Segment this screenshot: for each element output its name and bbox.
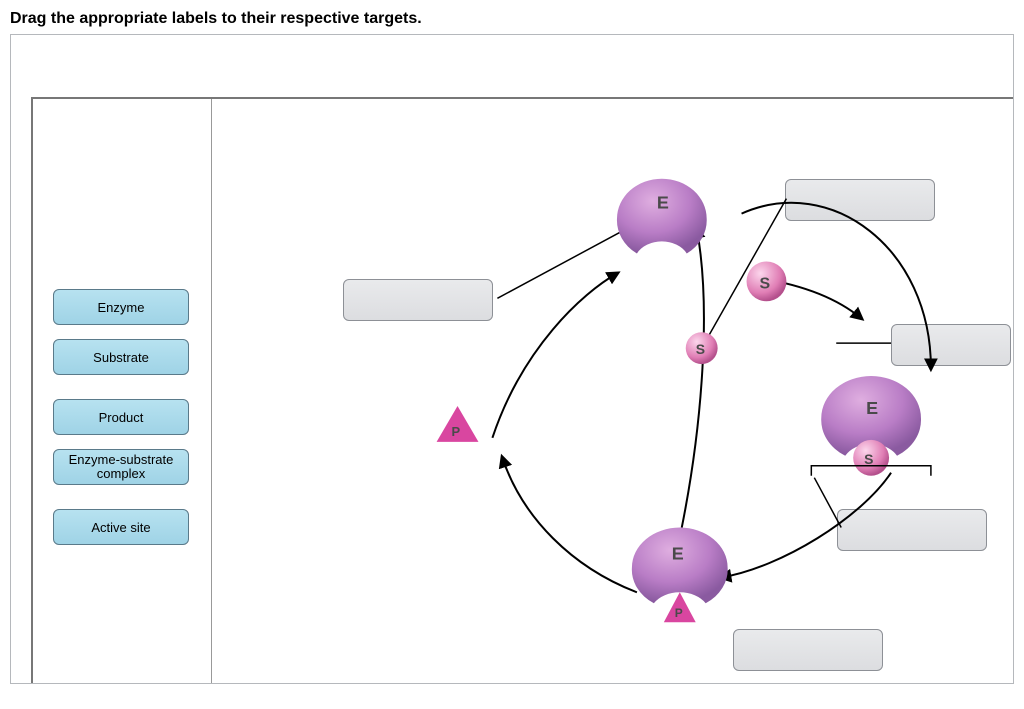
enzyme-substrate-complex: E S — [811, 376, 931, 476]
svg-text:E: E — [657, 193, 669, 213]
svg-text:S: S — [864, 451, 873, 467]
work-area: Enzyme Substrate Product Enzyme-substrat… — [31, 97, 1013, 683]
label-substrate[interactable]: Substrate — [53, 339, 189, 375]
substrate-large: S — [747, 261, 787, 301]
labels-sidebar: Enzyme Substrate Product Enzyme-substrat… — [33, 99, 212, 683]
substrate-small: S — [686, 332, 718, 364]
svg-text:P: P — [452, 424, 461, 439]
label-product[interactable]: Product — [53, 399, 189, 435]
product-released: P — [437, 406, 479, 442]
enzyme-diagram: E S S E S — [211, 99, 1013, 683]
label-enzyme[interactable]: Enzyme — [53, 289, 189, 325]
label-enzyme-substrate-complex[interactable]: Enzyme-substrate complex — [53, 449, 189, 485]
svg-text:P: P — [675, 606, 683, 620]
label-active-site[interactable]: Active site — [53, 509, 189, 545]
question-panel: Enzyme Substrate Product Enzyme-substrat… — [10, 34, 1014, 684]
svg-text:S: S — [696, 341, 705, 357]
enzyme-product: E P — [632, 528, 728, 623]
enzyme-top: E — [617, 179, 707, 254]
instruction-text: Drag the appropriate labels to their res… — [0, 0, 1024, 34]
svg-text:E: E — [672, 543, 684, 563]
svg-text:E: E — [866, 398, 878, 418]
svg-text:S: S — [759, 275, 770, 292]
